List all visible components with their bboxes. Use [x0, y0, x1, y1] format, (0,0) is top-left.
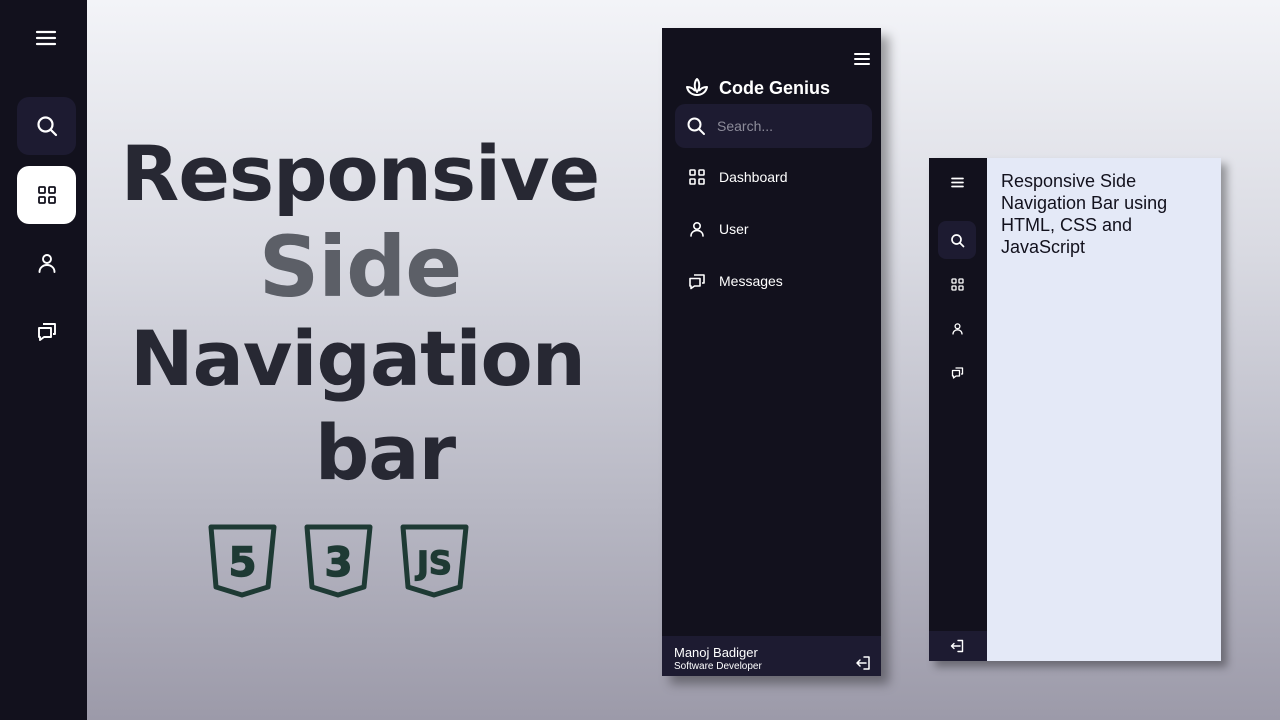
html5-badge-icon: 5: [208, 524, 277, 598]
user-icon: [36, 252, 58, 274]
messages-icon: [951, 366, 964, 379]
sidebar-item-dashboard[interactable]: Dashboard: [688, 165, 788, 189]
brand-name: Code Genius: [719, 78, 831, 98]
javascript-badge-icon: JS: [400, 524, 469, 598]
search-input[interactable]: [717, 114, 867, 138]
profile-section: Manoj Badiger Software Developer: [662, 636, 881, 676]
collapsed-app-mockup: Responsive Side Navigation Bar using HTM…: [929, 158, 1221, 661]
sidebar-item-user[interactable]: User: [688, 217, 749, 241]
search-icon: [686, 116, 706, 136]
user-icon: [688, 220, 706, 238]
hero-line-4: bar: [314, 408, 456, 497]
javascript-badge-label: JS: [415, 544, 452, 582]
lotus-logo-icon: [684, 76, 710, 100]
search-icon: [950, 233, 965, 248]
user-icon: [951, 322, 964, 335]
menu-toggle-icon[interactable]: [853, 50, 871, 68]
logout-icon[interactable]: [950, 639, 964, 653]
collapsed-messages-button[interactable]: [938, 353, 976, 391]
collapsed-search-button[interactable]: [938, 221, 976, 259]
collapsed-user-button[interactable]: [938, 309, 976, 347]
messages-icon: [36, 320, 58, 342]
sidebar-item-label: Messages: [719, 273, 783, 289]
messages-icon: [688, 272, 706, 290]
dashboard-icon: [688, 168, 706, 186]
search-icon: [35, 114, 59, 138]
hero-line-3: Navigation: [130, 314, 586, 403]
dashboard-icon: [37, 185, 57, 205]
menu-icon[interactable]: [950, 175, 965, 190]
hero-title: Responsive Side Navigation bar: [90, 128, 630, 502]
rail-search-button[interactable]: [17, 97, 76, 155]
logout-icon[interactable]: [855, 655, 871, 671]
collapsed-profile-section: [929, 631, 987, 661]
css3-badge-icon: 3: [304, 524, 373, 598]
profile-name: Manoj Badiger: [674, 645, 758, 660]
rail-dashboard-button[interactable]: [17, 166, 76, 224]
dashboard-icon: [950, 277, 964, 291]
hero-line-2: Side: [258, 218, 462, 316]
rail-user-button[interactable]: [17, 234, 76, 292]
collapsed-dashboard-button[interactable]: [938, 265, 976, 303]
sidebar-item-messages[interactable]: Messages: [688, 269, 783, 293]
profile-role: Software Developer: [674, 661, 762, 672]
css3-badge-label: 3: [325, 540, 353, 586]
expanded-sidebar-mockup: Code Genius Dashboard User Messages Mano…: [662, 28, 881, 676]
left-rail-sidebar: [0, 0, 87, 720]
menu-icon[interactable]: [34, 26, 58, 50]
hero-line-1: Responsive: [120, 129, 600, 218]
tech-badges: 5 3 JS: [208, 524, 469, 598]
sidebar-item-label: User: [719, 221, 749, 237]
rail-messages-button[interactable]: [17, 302, 76, 360]
sidebar-item-label: Dashboard: [719, 169, 788, 185]
collapsed-sidebar: [929, 158, 987, 661]
search-box[interactable]: [675, 104, 872, 148]
app-content-text: Responsive Side Navigation Bar using HTM…: [1001, 171, 1168, 257]
html5-badge-label: 5: [229, 540, 257, 586]
